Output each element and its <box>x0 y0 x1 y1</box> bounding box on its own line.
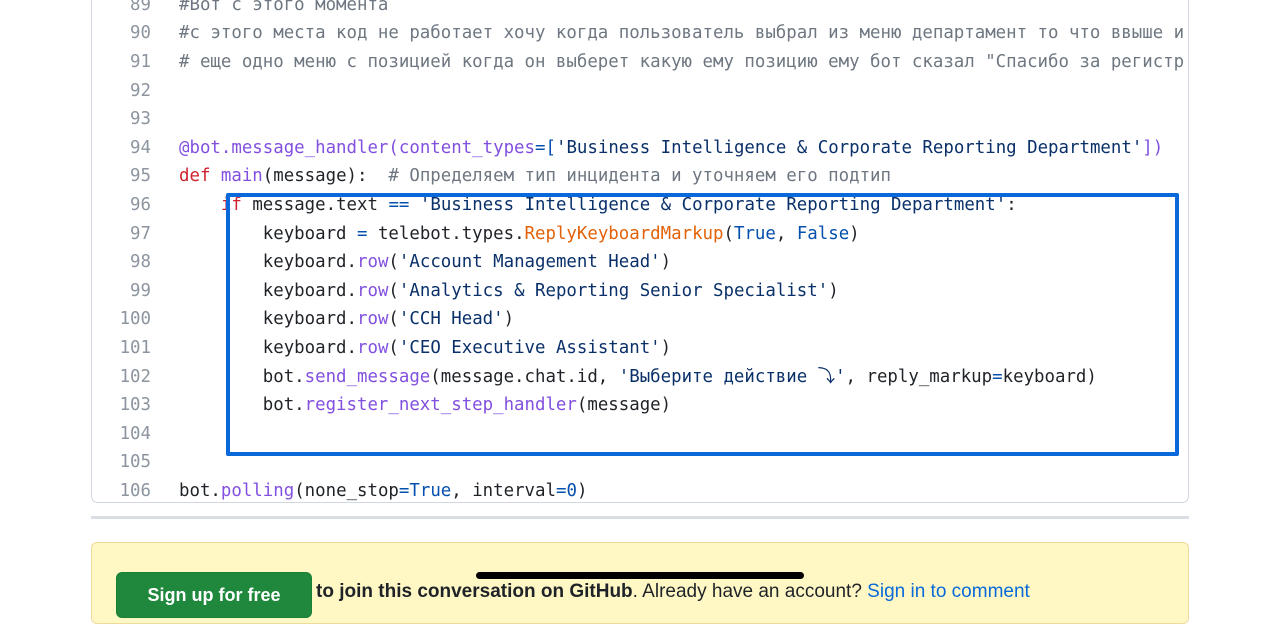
code-token: @bot.message_handler <box>179 137 389 158</box>
code-line: 89 #Вот с этого момента <box>92 0 1188 19</box>
code-token: = <box>555 481 567 501</box>
code-token: =[ <box>535 137 556 158</box>
line-number[interactable]: 102 <box>92 363 151 392</box>
line-number[interactable]: 104 <box>92 420 151 449</box>
banner-bold-text: to join this conversation on GitHub <box>316 581 633 602</box>
code-token: (none_stop <box>294 481 399 501</box>
line-number[interactable]: 93 <box>92 105 151 134</box>
code-token: main <box>220 166 263 187</box>
divider <box>91 516 1189 519</box>
code-token: True <box>409 481 452 501</box>
line-number[interactable]: 105 <box>92 448 151 477</box>
code-token: # Определяем тип инцидента и уточняем ег… <box>388 166 891 187</box>
line-number[interactable]: 91 <box>92 48 151 77</box>
line-number[interactable]: 98 <box>92 248 151 277</box>
banner-plain-text: . Already have an account? <box>632 581 868 602</box>
line-number[interactable]: 99 <box>92 277 151 306</box>
signin-link[interactable]: Sign in to comment <box>867 581 1030 602</box>
code-line: 90 #с этого места код не работает хочу ко… <box>92 19 1188 48</box>
code-line: 92 <box>92 77 1188 106</box>
line-number[interactable]: 101 <box>92 334 151 363</box>
code-line: 93 <box>92 105 1188 134</box>
line-number[interactable]: 94 <box>92 134 151 163</box>
code-token: def <box>179 166 221 187</box>
code-text: # еще одно меню с позицией когда он выбе… <box>179 48 1184 77</box>
code-token: = <box>398 481 410 501</box>
code-token: # еще одно меню с позицией когда он выбе… <box>179 52 1185 72</box>
code-text: def main(message): # Определяем тип инци… <box>179 162 891 191</box>
code-line: 95 def main(message): # Определяем тип ин… <box>92 162 1188 191</box>
code-text: #с этого места код не работает хочу когд… <box>179 19 1184 48</box>
code-token: , interval <box>451 481 556 501</box>
code-token: content_types <box>398 137 536 158</box>
code-token: 'Business Intelligence & Corporate Repor… <box>555 137 1143 158</box>
signup-button[interactable]: Sign up for free <box>116 572 312 618</box>
scroll-indicator[interactable] <box>476 572 804 579</box>
code-line: 106 bot.polling(none_stop=True, interval=… <box>92 477 1188 502</box>
code-token: ) <box>576 481 588 501</box>
code-text: @bot.message_handler(content_types=['Bus… <box>179 134 1163 163</box>
code-line: 91 # еще одно меню с позицией когда он вы… <box>92 48 1188 77</box>
code-token: 0 <box>566 481 577 501</box>
line-number[interactable]: 92 <box>92 77 151 106</box>
line-number[interactable]: 89 <box>92 0 151 19</box>
code-token: #Вот с этого момента <box>179 0 389 15</box>
selection-highlight-box <box>226 193 1179 456</box>
code-text: bot.polling(none_stop=True, interval=0) <box>179 477 588 502</box>
line-number[interactable]: 100 <box>92 305 151 334</box>
line-number[interactable]: 95 <box>92 162 151 191</box>
signup-banner: Sign up for free to join this conversati… <box>91 542 1189 624</box>
line-number[interactable]: 103 <box>92 391 151 420</box>
line-number[interactable]: 97 <box>92 220 151 249</box>
code-token: polling <box>220 481 295 501</box>
line-number[interactable]: 96 <box>92 191 151 220</box>
line-number[interactable]: 106 <box>92 477 151 502</box>
banner-message: to join this conversation on GitHub. Alr… <box>316 581 1030 603</box>
code-token: bot. <box>179 481 221 501</box>
line-number[interactable]: 90 <box>92 19 151 48</box>
code-token: #с этого места код не работает хочу когд… <box>179 23 1185 44</box>
code-token: ]) <box>1142 137 1164 158</box>
code-text: #Вот с этого момента <box>179 0 388 19</box>
code-line: 94 @bot.message_handler(content_types=['B… <box>92 134 1188 163</box>
code-token: ( <box>388 137 399 158</box>
code-token: (message): <box>262 166 389 187</box>
